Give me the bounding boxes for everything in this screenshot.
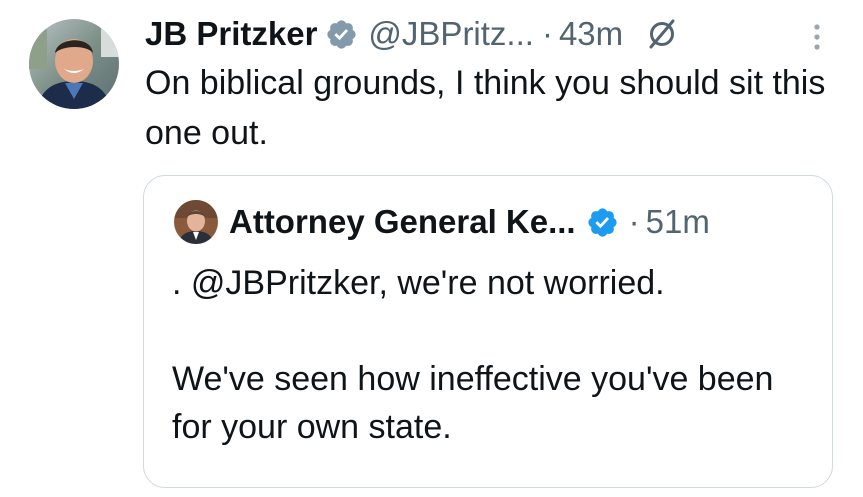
author-display-name[interactable]: JB Pritzker (145, 15, 317, 53)
verified-badge-icon[interactable] (325, 18, 358, 51)
tweet-timestamp[interactable]: 43m (559, 15, 623, 53)
quoted-tweet-timestamp[interactable]: 51m (646, 203, 710, 241)
avatar-photo-icon (29, 19, 119, 109)
quoted-author-display-name[interactable]: Attorney General Ke... (229, 203, 576, 241)
separator-dot: · (541, 15, 553, 52)
verified-badge-icon[interactable] (586, 206, 619, 239)
grok-icon[interactable] (645, 17, 679, 51)
quoted-tweet-card[interactable]: Attorney General Ke... · 51m . @JBPritzk… (143, 175, 833, 488)
quoted-tweet-text: . @JBPritzker, we're not worried. We've … (172, 259, 812, 451)
author-handle[interactable]: @JBPritz... (368, 15, 534, 53)
quoted-tweet-header: Attorney General Ke... · 51m (229, 198, 710, 246)
quoted-tweet-paragraph-2: We've seen how ineffective you've been f… (172, 360, 774, 446)
author-avatar[interactable] (29, 19, 119, 109)
tweet[interactable]: JB Pritzker @JBPritz... · 43m On biblica… (0, 0, 863, 497)
more-options-icon[interactable] (808, 20, 826, 54)
quoted-author-avatar[interactable] (174, 200, 218, 244)
tweet-header: JB Pritzker @JBPritz... · 43m (145, 10, 679, 58)
separator-dot: · (628, 203, 640, 240)
quoted-tweet-paragraph-1: . @JBPritzker, we're not worried. (172, 264, 665, 302)
quoted-avatar-photo-icon (174, 200, 218, 244)
tweet-text: On biblical grounds, I think you should … (145, 64, 826, 152)
